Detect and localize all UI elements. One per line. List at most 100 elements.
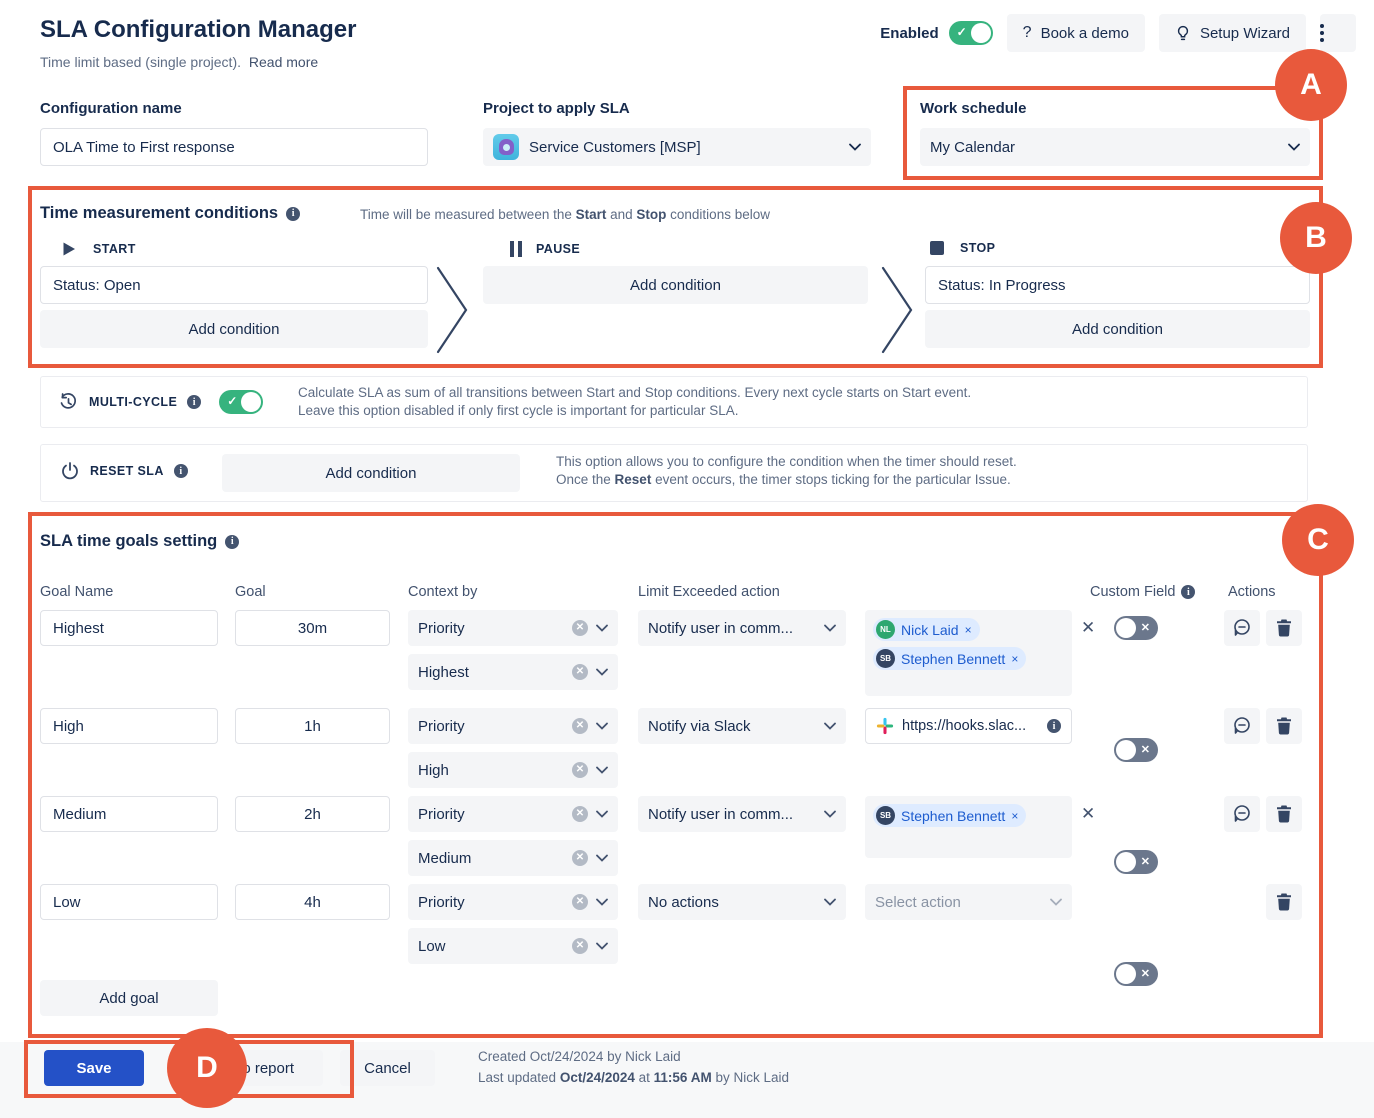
updated-date: Oct/24/2024 xyxy=(560,1070,635,1085)
reset-sla-label: RESET SLA xyxy=(90,464,164,478)
goal-name-input[interactable] xyxy=(40,610,218,646)
cancel-button[interactable]: Cancel xyxy=(340,1050,435,1086)
avatar: NL xyxy=(876,620,895,639)
custom-field-toggle[interactable] xyxy=(1114,616,1158,640)
custom-field-toggle[interactable] xyxy=(1114,850,1158,874)
setup-wizard-button[interactable]: Setup Wizard xyxy=(1159,14,1306,52)
goal-value-input[interactable] xyxy=(235,796,390,832)
clear-icon[interactable] xyxy=(572,806,588,822)
info-icon[interactable] xyxy=(187,395,201,409)
goal-value-input[interactable] xyxy=(235,884,390,920)
chevron-down-icon xyxy=(596,668,608,676)
add-goal-button[interactable]: Add goal xyxy=(40,980,218,1016)
chevron-down-icon xyxy=(596,810,608,818)
book-a-demo-label: Book a demo xyxy=(1041,25,1129,42)
remove-user-icon[interactable] xyxy=(965,623,972,637)
goal-value-input[interactable] xyxy=(235,610,390,646)
comment-action-button[interactable] xyxy=(1224,610,1260,646)
note-post: conditions below xyxy=(666,207,770,222)
clear-icon[interactable] xyxy=(572,620,588,636)
comment-action-button[interactable] xyxy=(1224,796,1260,832)
enabled-toggle[interactable] xyxy=(949,21,993,45)
delete-goal-button[interactable] xyxy=(1266,708,1302,744)
reset-add-condition-button[interactable]: Add condition xyxy=(222,454,520,492)
info-icon[interactable] xyxy=(225,535,239,549)
slack-webhook-input[interactable]: https://hooks.slac... xyxy=(865,708,1072,744)
multi-cycle-toggle[interactable] xyxy=(219,390,263,414)
play-icon xyxy=(62,241,77,257)
col-custom-field: Custom Field xyxy=(1090,584,1195,600)
stop-add-condition-button[interactable]: Add condition xyxy=(925,310,1310,348)
context-value-select[interactable]: High xyxy=(408,752,618,788)
chevron-down-icon xyxy=(596,722,608,730)
info-icon[interactable] xyxy=(286,207,300,221)
context-field-value: Priority xyxy=(418,620,564,637)
more-menu-button[interactable] xyxy=(1320,14,1356,52)
remove-user-icon[interactable] xyxy=(1011,809,1018,823)
clear-icon[interactable] xyxy=(572,894,588,910)
select-action-placeholder[interactable]: Select action xyxy=(865,884,1072,920)
context-value-select[interactable]: Highest xyxy=(408,654,618,690)
limit-action-value: Notify via Slack xyxy=(648,718,816,735)
stop-icon xyxy=(930,241,944,255)
chevron-down-icon xyxy=(596,942,608,950)
notify-users-box: SB Stephen Bennett xyxy=(865,796,1072,858)
work-schedule-value: My Calendar xyxy=(930,139,1288,156)
pause-icon xyxy=(510,241,522,257)
goal-value-input[interactable] xyxy=(235,708,390,744)
pause-add-condition-button[interactable]: Add condition xyxy=(483,266,868,304)
limit-action-select[interactable]: No actions xyxy=(638,884,846,920)
clear-icon[interactable] xyxy=(572,850,588,866)
goal-name-input[interactable] xyxy=(40,884,218,920)
clear-icon[interactable] xyxy=(572,762,588,778)
save-button[interactable]: Save xyxy=(44,1050,144,1086)
info-icon[interactable] xyxy=(1181,585,1195,599)
context-value-select[interactable]: Medium xyxy=(408,840,618,876)
goal-name-input[interactable] xyxy=(40,796,218,832)
work-schedule-select[interactable]: My Calendar xyxy=(920,128,1310,166)
limit-action-select[interactable]: Notify user in comm... xyxy=(638,610,846,646)
clear-users-icon[interactable] xyxy=(1081,804,1095,824)
note-mid: and xyxy=(606,207,636,222)
limit-action-value: No actions xyxy=(648,894,816,911)
clear-icon[interactable] xyxy=(572,664,588,680)
clear-icon[interactable] xyxy=(572,718,588,734)
custom-field-toggle[interactable] xyxy=(1114,738,1158,762)
delete-goal-button[interactable] xyxy=(1266,796,1302,832)
context-value-select[interactable]: Low xyxy=(408,928,618,964)
limit-action-select[interactable]: Notify user in comm... xyxy=(638,796,846,832)
notify-users-box: NL Nick Laid SB Stephen Bennett xyxy=(865,610,1072,696)
limit-action-select[interactable]: Notify via Slack xyxy=(638,708,846,744)
start-add-condition-button[interactable]: Add condition xyxy=(40,310,428,348)
info-icon[interactable] xyxy=(174,464,188,478)
info-icon[interactable] xyxy=(1047,719,1061,733)
reset-desc2-bold: Reset xyxy=(615,472,652,487)
context-field-select[interactable]: Priority xyxy=(408,610,618,646)
custom-field-toggle[interactable] xyxy=(1114,962,1158,986)
goal-name-input[interactable] xyxy=(40,708,218,744)
trash-icon xyxy=(1276,717,1292,735)
toggle-knob xyxy=(971,23,991,43)
delete-goal-button[interactable] xyxy=(1266,610,1302,646)
comment-icon xyxy=(1232,804,1252,824)
setup-wizard-label: Setup Wizard xyxy=(1200,25,1290,42)
multi-cycle-icon xyxy=(58,392,79,413)
context-field-select[interactable]: Priority xyxy=(408,708,618,744)
config-name-input[interactable] xyxy=(40,128,428,166)
start-condition-input[interactable] xyxy=(40,266,428,304)
context-field-select[interactable]: Priority xyxy=(408,796,618,832)
project-select[interactable]: Service Customers [MSP] xyxy=(483,128,871,166)
clear-users-icon[interactable] xyxy=(1081,618,1095,638)
stop-condition-input[interactable] xyxy=(925,266,1310,304)
comment-action-button[interactable] xyxy=(1224,708,1260,744)
remove-user-icon[interactable] xyxy=(1011,652,1018,666)
clear-icon[interactable] xyxy=(572,938,588,954)
read-more-link[interactable]: Read more xyxy=(249,54,318,70)
comment-icon xyxy=(1232,716,1252,736)
book-a-demo-button[interactable]: ? Book a demo xyxy=(1007,14,1145,52)
work-schedule-label: Work schedule xyxy=(920,100,1026,117)
avatar: SB xyxy=(876,649,895,668)
context-field-select[interactable]: Priority xyxy=(408,884,618,920)
reset-desc-line1: This option allows you to configure the … xyxy=(556,453,1017,471)
delete-goal-button[interactable] xyxy=(1266,884,1302,920)
